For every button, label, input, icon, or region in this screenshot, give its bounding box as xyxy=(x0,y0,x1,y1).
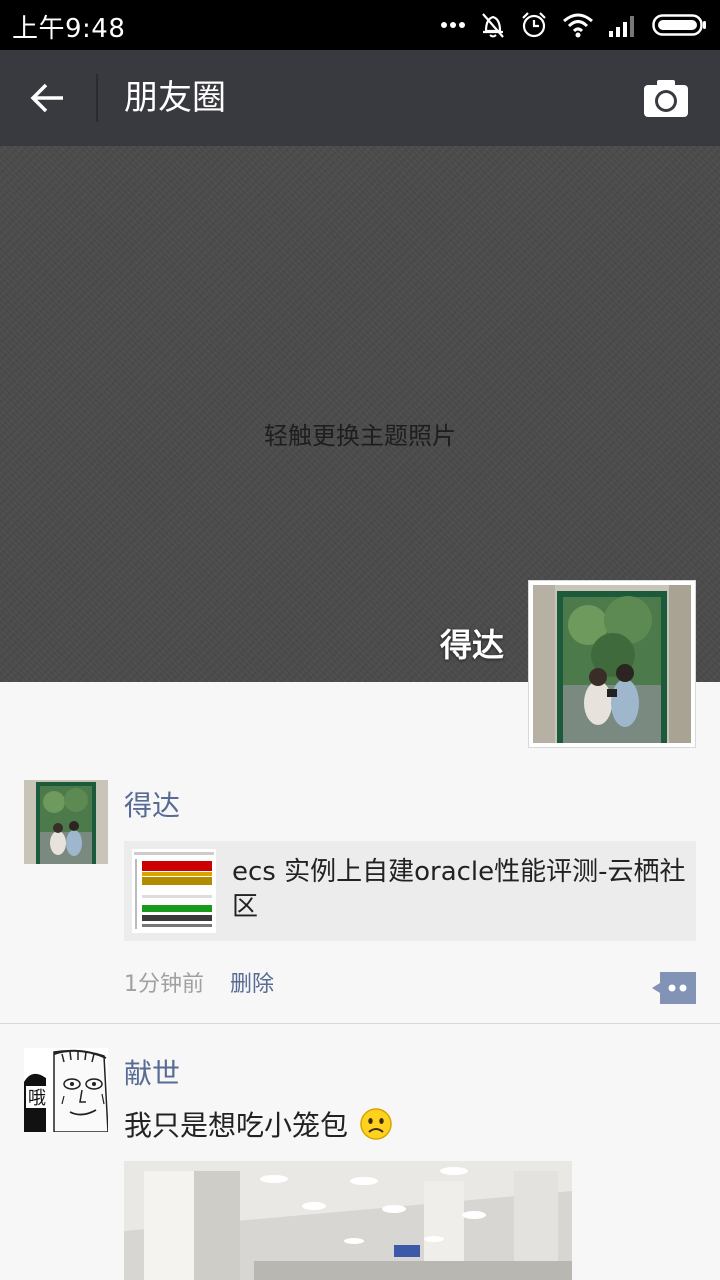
post-avatar[interactable]: 哦 xyxy=(24,1048,108,1132)
post-text: 我只是想吃小笼包 xyxy=(124,1104,393,1144)
post-text-content: 我只是想吃小笼包 xyxy=(124,1109,349,1142)
post-photo-image xyxy=(124,1161,572,1280)
post-author[interactable]: 献世 xyxy=(124,1052,180,1092)
moment-post: 哦 献世 我只是想吃小笼包 xyxy=(0,0,720,1280)
avatar-image: 哦 xyxy=(24,1048,108,1132)
sad-face-icon xyxy=(360,1108,392,1140)
avatar-text: 哦 xyxy=(28,1088,46,1109)
post-photo[interactable] xyxy=(124,1161,572,1280)
